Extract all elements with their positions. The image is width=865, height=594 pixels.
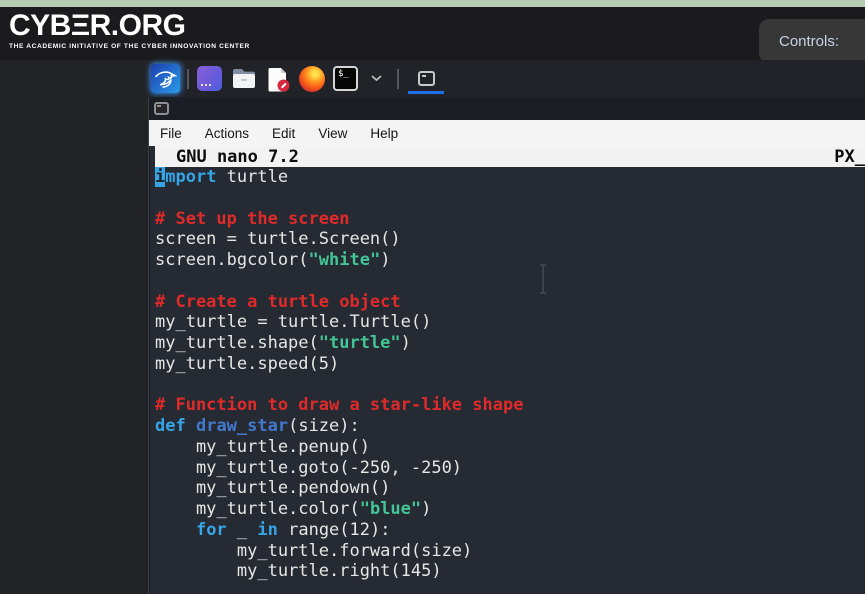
menu-actions[interactable]: Actions <box>205 126 249 141</box>
code-token: my_turtle.speed(5) <box>155 354 339 374</box>
workspaces-button[interactable] <box>196 64 223 93</box>
terminal-tab-icon <box>154 102 169 115</box>
code-token: (size): <box>288 416 360 436</box>
nano-filename-label: PX_ <box>834 147 865 167</box>
menu-file[interactable]: File <box>160 126 182 141</box>
code-token: mport <box>165 167 216 187</box>
code-line: # Function to draw a star-like shape <box>155 395 865 416</box>
menu-view[interactable]: View <box>318 126 347 141</box>
code-line: my_turtle.speed(5) <box>155 354 865 375</box>
code-line: my_turtle.goto(-250, -250) <box>155 458 865 479</box>
code-line: my_turtle.color("blue") <box>155 499 865 520</box>
top-accent-bar <box>0 0 865 7</box>
code-line <box>155 271 865 292</box>
code-line: my_turtle = turtle.Turtle() <box>155 312 865 333</box>
code-token: my_turtle = turtle.Turtle() <box>155 312 431 332</box>
text-editor-button[interactable] <box>264 64 291 93</box>
logo-tagline: THE ACADEMIC INITIATIVE OF THE CYBER INN… <box>9 43 250 50</box>
code-token: # Create a turtle object <box>155 292 401 312</box>
menu-edit[interactable]: Edit <box>272 126 295 141</box>
remote-desktop-view: $_ File Actions Edit View Help GNU nano … <box>148 60 865 594</box>
code-token: my_turtle.pendown() <box>155 478 390 498</box>
firefox-button[interactable] <box>298 64 325 93</box>
code-token: i <box>155 167 165 187</box>
code-line: def draw_star(size): <box>155 416 865 437</box>
terminal-launcher-button[interactable]: $_ <box>332 64 359 93</box>
terminal-tab-bar[interactable] <box>149 97 865 120</box>
folder-icon <box>231 67 257 91</box>
code-token: my_turtle.penup() <box>155 437 370 457</box>
code-token: "white" <box>309 250 381 270</box>
taskbar-separator <box>397 69 399 89</box>
code-token: my_turtle.shape( <box>155 333 319 353</box>
chevron-down-icon <box>371 75 382 82</box>
code-line: my_turtle.right(145) <box>155 561 865 582</box>
mouse-ibeam-cursor <box>542 264 544 294</box>
code-line: screen.bgcolor("white") <box>155 250 865 271</box>
code-token: screen = turtle.Screen() <box>155 229 401 249</box>
code-line <box>155 188 865 209</box>
code-line <box>155 375 865 396</box>
code-line: # Set up the screen <box>155 209 865 230</box>
terminal-window-icon <box>418 71 435 86</box>
site-header: CYBΞR.ORG THE ACADEMIC INITIATIVE OF THE… <box>0 7 865 60</box>
kali-dragon-icon <box>154 67 177 90</box>
taskbar: $_ <box>148 60 865 97</box>
code-token: "turtle" <box>319 333 401 353</box>
code-line: for _ in range(12): <box>155 520 865 541</box>
code-token <box>186 416 196 436</box>
code-token: ) <box>380 250 390 270</box>
code-token: draw_star <box>196 416 288 436</box>
code-line: screen = turtle.Screen() <box>155 229 865 250</box>
code-line: my_turtle.shape("turtle") <box>155 333 865 354</box>
code-token: my_turtle.forward(size) <box>155 541 472 561</box>
code-token: my_turtle.goto(-250, -250) <box>155 458 462 478</box>
workspaces-icon <box>197 66 222 91</box>
code-token: def <box>155 416 186 436</box>
qterminal-window: File Actions Edit View Help GNU nano 7.2… <box>148 97 865 594</box>
code-token: for <box>196 520 227 540</box>
code-token: turtle <box>216 167 288 187</box>
code-token: "blue" <box>360 499 421 519</box>
nano-titlebar: GNU nano 7.2 PX_ <box>155 146 865 167</box>
menu-help[interactable]: Help <box>370 126 398 141</box>
terminal-dropdown-button[interactable] <box>363 64 390 93</box>
code-line: # Create a turtle object <box>155 292 865 313</box>
terminal-menubar: File Actions Edit View Help <box>149 120 865 146</box>
code-token: screen.bgcolor( <box>155 250 309 270</box>
firefox-icon <box>299 66 325 92</box>
code-token: my_turtle.right(145) <box>155 561 442 581</box>
code-line: my_turtle.pendown() <box>155 478 865 499</box>
code-token: in <box>257 520 277 540</box>
code-area[interactable]: import turtle # Set up the screenscreen … <box>155 167 865 582</box>
code-token: _ <box>227 520 258 540</box>
logo-text: CYBΞR.ORG <box>9 10 250 42</box>
nano-version-label: GNU nano 7.2 <box>155 147 299 167</box>
document-edit-icon <box>265 66 291 92</box>
code-token <box>155 520 196 540</box>
terminal-content[interactable]: GNU nano 7.2 PX_ import turtle # Set up … <box>150 146 865 594</box>
taskbar-window-button-terminal[interactable] <box>406 62 446 95</box>
code-line: my_turtle.forward(size) <box>155 541 865 562</box>
code-token: # Set up the screen <box>155 209 349 229</box>
taskbar-separator <box>187 69 189 89</box>
controls-button[interactable]: Controls: <box>759 19 865 63</box>
file-manager-button[interactable] <box>230 64 257 93</box>
code-token: ) <box>401 333 411 353</box>
code-token: ) <box>421 499 431 519</box>
code-token: my_turtle.color( <box>155 499 360 519</box>
code-line: my_turtle.penup() <box>155 437 865 458</box>
terminal-icon: $_ <box>333 66 358 91</box>
code-token: # Function to draw a star-like shape <box>155 395 523 415</box>
kali-menu-button[interactable] <box>151 64 180 93</box>
cyber-org-logo: CYBΞR.ORG THE ACADEMIC INITIATIVE OF THE… <box>9 10 250 50</box>
active-window-indicator <box>408 91 444 94</box>
code-line: import turtle <box>155 167 865 188</box>
code-token: range(12): <box>278 520 391 540</box>
